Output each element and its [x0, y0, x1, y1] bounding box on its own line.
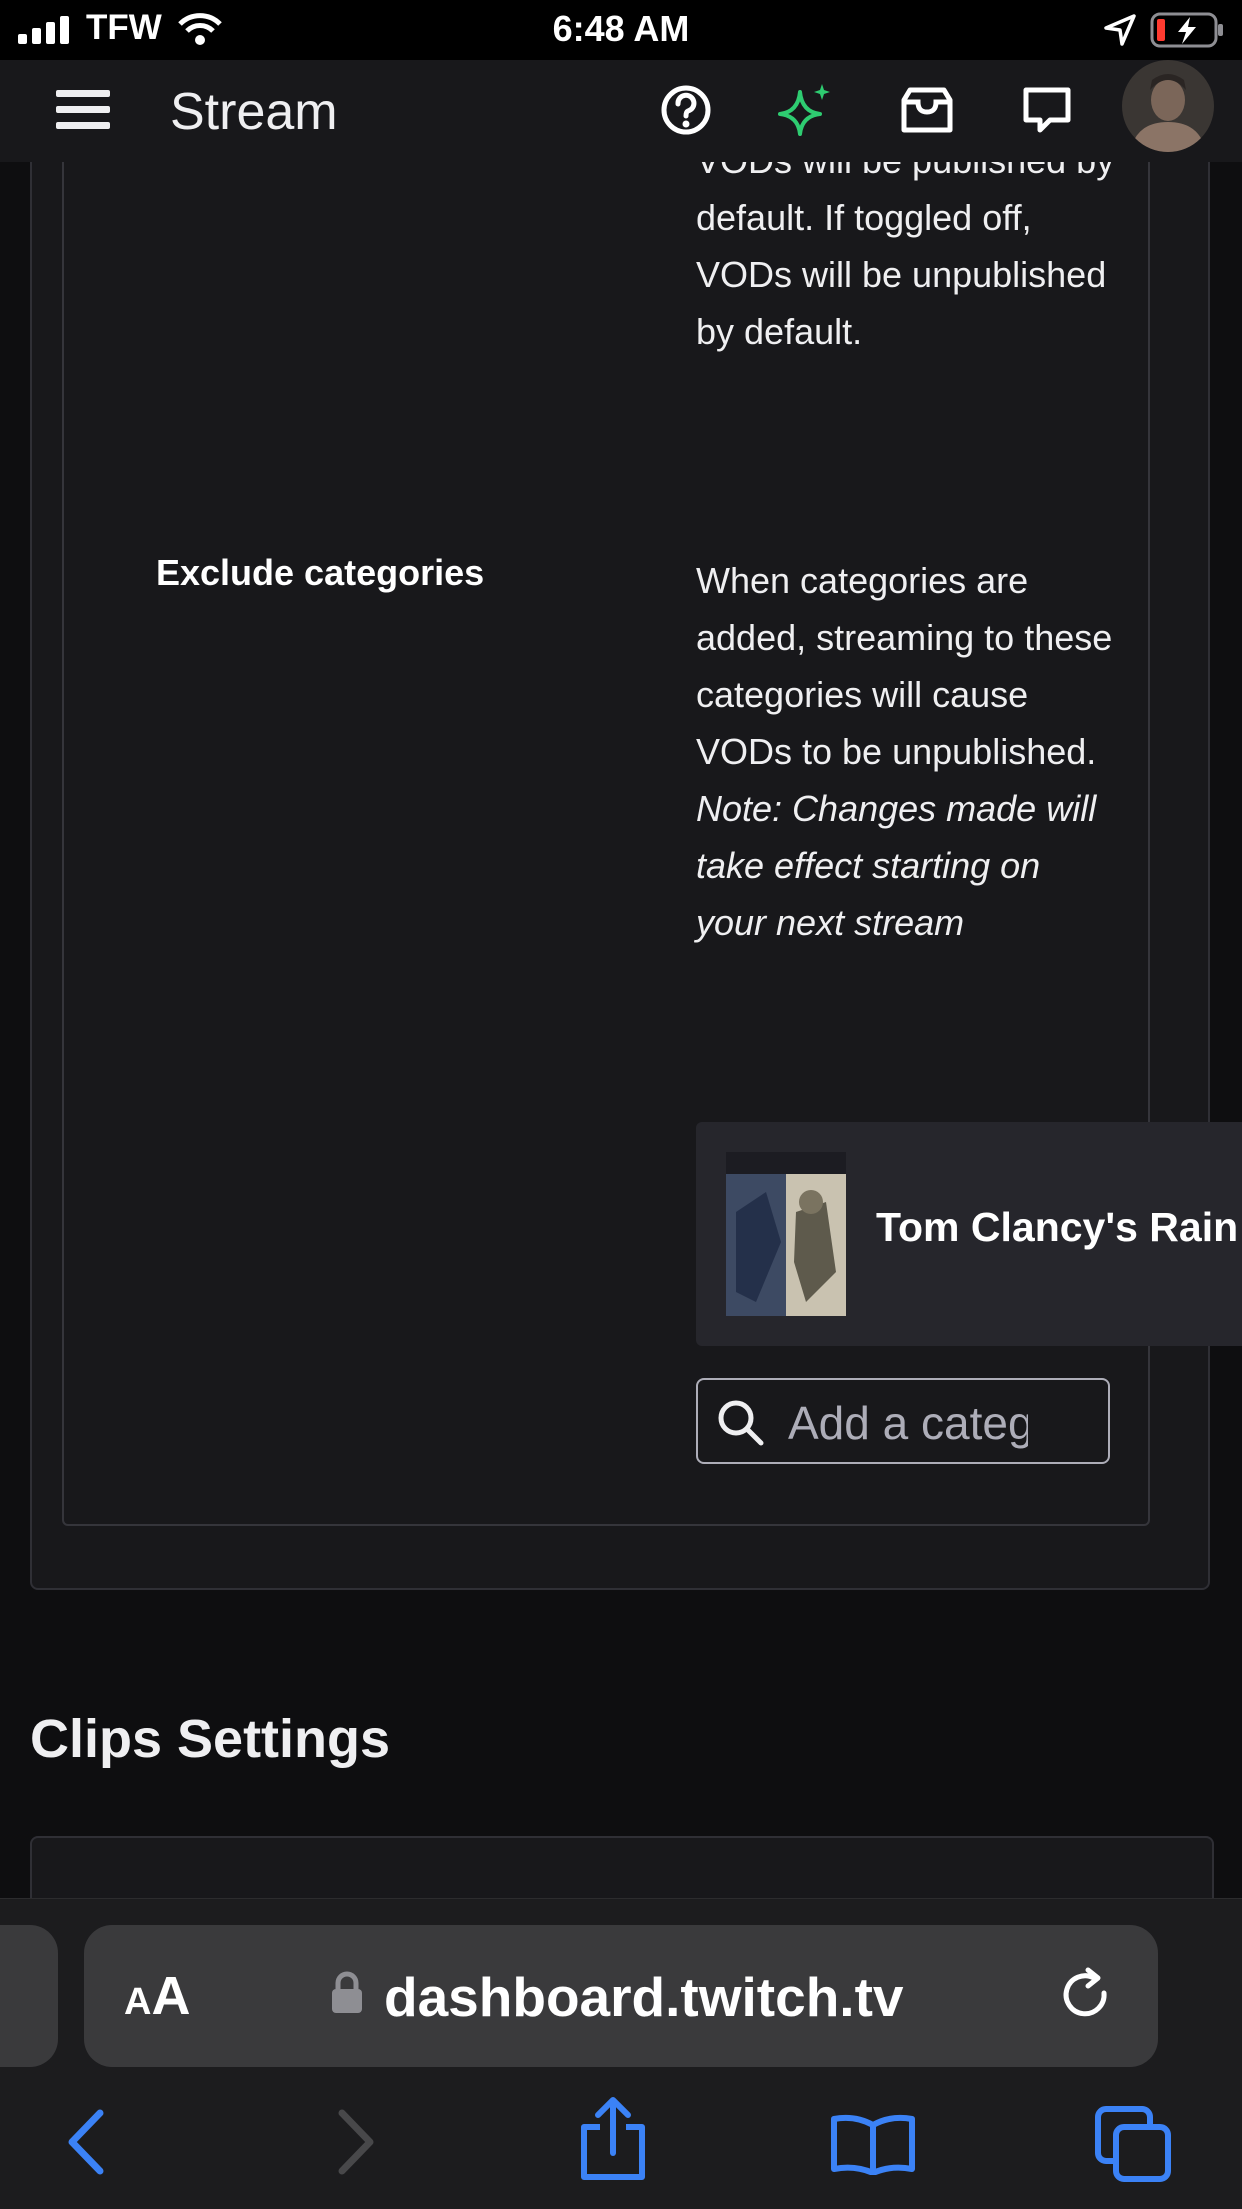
exclude-note-text: Note: Changes made will take effect star… [696, 788, 1097, 943]
url-text: dashboard.twitch.tv [384, 1966, 904, 2028]
avatar[interactable] [1122, 60, 1214, 152]
hamburger-menu-icon[interactable] [56, 88, 110, 132]
reload-icon[interactable] [1058, 1967, 1116, 2025]
exclude-categories-description: When categories are added, streaming to … [696, 552, 1116, 951]
add-category-input[interactable] [786, 1392, 1030, 1454]
previous-tab-pill[interactable] [0, 1925, 58, 2067]
help-icon[interactable] [660, 84, 712, 136]
status-bar: TFW 6:48 AM [0, 0, 1242, 60]
address-bar[interactable]: AA dashboard.twitch.tv [84, 1925, 1158, 2067]
category-box-art [726, 1152, 846, 1316]
exclude-description-text: When categories are added, streaming to … [696, 560, 1113, 772]
clips-settings-panel [30, 1836, 1214, 1898]
browser-toolbar: AA dashboard.twitch.tv [0, 1898, 1242, 2209]
add-category-search[interactable] [696, 1378, 1110, 1464]
settings-content: VODs will be published by default. If to… [0, 162, 1242, 1898]
back-icon[interactable] [64, 2109, 108, 2175]
whispers-icon[interactable] [1022, 86, 1072, 136]
app-header: Stream [0, 60, 1242, 164]
share-icon[interactable] [578, 2095, 648, 2181]
location-icon [1104, 14, 1136, 46]
category-chip[interactable]: Tom Clancy's Rain [696, 1122, 1242, 1346]
clips-settings-heading: Clips Settings [30, 1709, 391, 1769]
bookmarks-icon[interactable] [830, 2113, 916, 2175]
lock-icon [332, 1971, 362, 2013]
aa-small-label: A [124, 1981, 152, 2023]
inbox-icon[interactable] [900, 86, 954, 134]
vod-publish-description: VODs will be published by default. If to… [696, 162, 1114, 352]
clock: 6:48 AM [552, 8, 690, 49]
search-icon [718, 1400, 764, 1446]
reader-settings-button[interactable]: AA [124, 1965, 190, 2027]
aa-big-label: A [151, 1966, 191, 2026]
forward-icon[interactable] [334, 2109, 378, 2175]
tabs-icon[interactable] [1094, 2105, 1174, 2185]
sparkle-icon[interactable] [778, 82, 834, 138]
page-title: Stream [170, 83, 338, 141]
category-name: Tom Clancy's Rain [876, 1204, 1239, 1250]
exclude-categories-label: Exclude categories [156, 552, 485, 593]
battery-icon [1150, 12, 1223, 48]
